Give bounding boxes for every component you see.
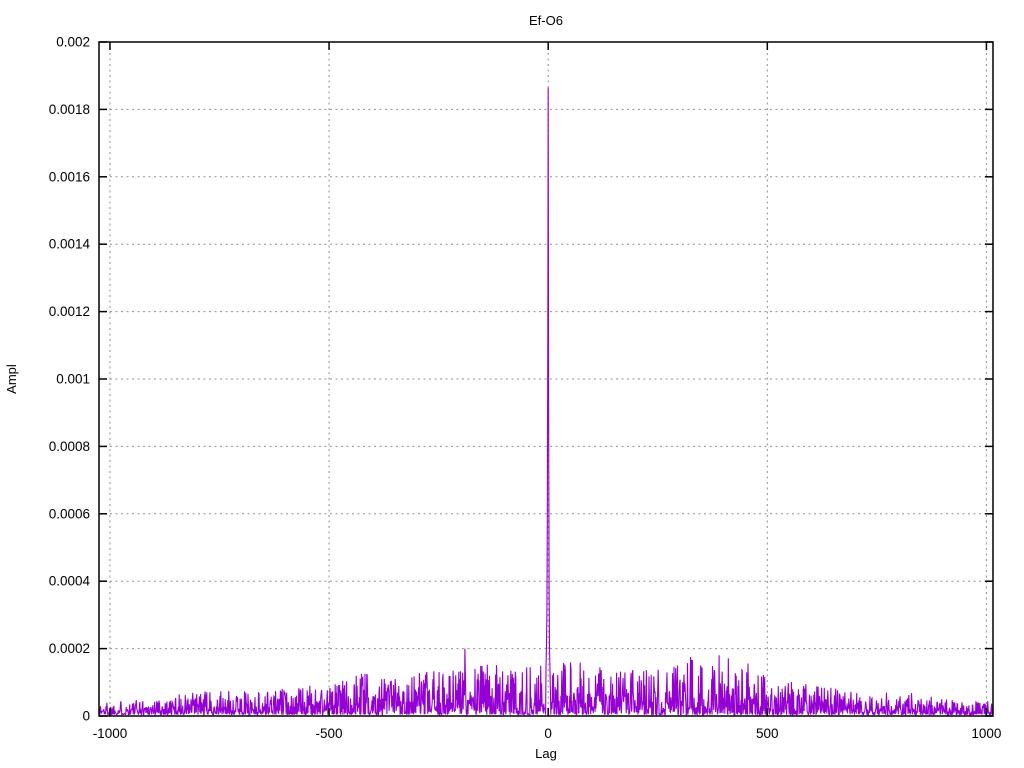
- x-tick-label: 1000: [971, 726, 1001, 741]
- grid: [99, 41, 993, 717]
- axis-tick-labels: -1000 -500 0 500 1000 0 0.0002 0.0004 0.0006 0.00…: [49, 35, 1002, 742]
- y-tick-label: 0: [82, 709, 90, 724]
- y-tick-label: 0.0018: [49, 102, 90, 117]
- y-tick-label: 0.0012: [49, 304, 90, 319]
- chart-title: Ef-O6: [529, 13, 563, 28]
- y-tick-label: 0.0002: [49, 641, 90, 656]
- y-tick-label: 0.0004: [49, 574, 91, 589]
- y-tick-label: 0.001: [56, 372, 90, 387]
- y-axis-label: Ampl: [4, 364, 19, 394]
- x-axis-label: Lag: [535, 746, 557, 761]
- y-tick-label: 0.0016: [49, 169, 90, 184]
- x-tick-label: -500: [316, 726, 343, 741]
- x-tick-label: 0: [544, 726, 552, 741]
- x-tick-label: 500: [756, 726, 779, 741]
- x-tick-label: -1000: [93, 726, 128, 741]
- y-tick-label: 0.0006: [49, 506, 90, 521]
- series-layer: [99, 87, 994, 717]
- series-line: [99, 87, 994, 717]
- y-tick-label: 0.0008: [49, 439, 90, 454]
- chart-canvas: -1000 -500 0 500 1000 0 0.0002 0.0004 0.0006 0.00…: [4, 13, 1002, 761]
- y-tick-label: 0.002: [56, 35, 90, 50]
- y-tick-label: 0.0014: [49, 237, 91, 252]
- chart-figure: -1000 -500 0 500 1000 0 0.0002 0.0004 0.0006 0.00…: [0, 0, 1024, 768]
